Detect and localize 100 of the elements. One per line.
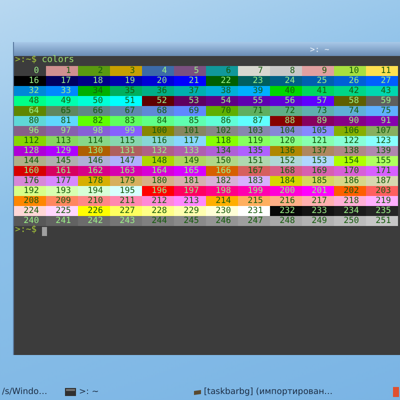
color-swatch: 118 bbox=[206, 136, 238, 146]
color-swatch: 219 bbox=[366, 196, 398, 206]
color-swatch: 201 bbox=[302, 186, 334, 196]
color-swatch: 74 bbox=[334, 106, 366, 116]
shell-prompt: >:~$ bbox=[15, 226, 37, 236]
color-swatch: 148 bbox=[142, 156, 174, 166]
color-swatch: 123 bbox=[366, 136, 398, 146]
color-swatch: 166 bbox=[206, 166, 238, 176]
color-swatch: 231 bbox=[238, 206, 270, 216]
color-swatch: 25 bbox=[302, 76, 334, 86]
color-swatch: 225 bbox=[46, 206, 78, 216]
color-swatch: 218 bbox=[334, 196, 366, 206]
color-swatch: 209 bbox=[46, 196, 78, 206]
color-swatch: 16 bbox=[14, 76, 46, 86]
color-swatch: 58 bbox=[334, 96, 366, 106]
color-swatch: 165 bbox=[174, 166, 206, 176]
color-swatch: 193 bbox=[46, 186, 78, 196]
taskbar-item[interactable]: >: ~ bbox=[79, 387, 99, 397]
color-swatch: 55 bbox=[238, 96, 270, 106]
color-swatch: 23 bbox=[238, 76, 270, 86]
color-swatch: 54 bbox=[206, 96, 238, 106]
color-swatch: 73 bbox=[302, 106, 334, 116]
color-swatch: 198 bbox=[206, 186, 238, 196]
color-swatch: 102 bbox=[206, 126, 238, 136]
color-swatch: 35 bbox=[110, 86, 142, 96]
color-swatch: 234 bbox=[334, 206, 366, 216]
color-swatch: 248 bbox=[270, 216, 302, 226]
color-swatch: 37 bbox=[174, 86, 206, 96]
color-swatch: 183 bbox=[238, 176, 270, 186]
color-swatch: 87 bbox=[238, 116, 270, 126]
shell-prompt: >:~$ bbox=[15, 56, 37, 66]
color-swatch: 69 bbox=[174, 106, 206, 116]
color-swatch: 195 bbox=[110, 186, 142, 196]
color-swatch: 135 bbox=[238, 146, 270, 156]
taskbar-item[interactable]: [taskbarbg] (импортирован… bbox=[204, 387, 333, 397]
color-swatch: 129 bbox=[46, 146, 78, 156]
color-swatch: 72 bbox=[270, 106, 302, 116]
color-swatch: 91 bbox=[366, 116, 398, 126]
color-swatch: 24 bbox=[270, 76, 302, 86]
color-swatch: 241 bbox=[46, 216, 78, 226]
color-swatch: 194 bbox=[78, 186, 110, 196]
color-swatch: 88 bbox=[270, 116, 302, 126]
color-swatch: 215 bbox=[238, 196, 270, 206]
color-swatch: 64 bbox=[14, 106, 46, 116]
color-swatch: 240 bbox=[14, 216, 46, 226]
color-swatch: 131 bbox=[110, 146, 142, 156]
color-swatch: 151 bbox=[238, 156, 270, 166]
color-swatch: 169 bbox=[302, 166, 334, 176]
color-swatch: 132 bbox=[142, 146, 174, 156]
color-swatch: 121 bbox=[302, 136, 334, 146]
taskbar-item[interactable]: /s/Windo… bbox=[0, 387, 65, 397]
image-icon[interactable] bbox=[194, 390, 201, 394]
color-swatch: 153 bbox=[302, 156, 334, 166]
color-swatch: 187 bbox=[366, 176, 398, 186]
color-swatch: 18 bbox=[78, 76, 110, 86]
color-swatch: 75 bbox=[366, 106, 398, 116]
color-swatch: 176 bbox=[14, 176, 46, 186]
color-swatch: 155 bbox=[366, 156, 398, 166]
color-swatch: 9 bbox=[302, 66, 334, 76]
color-swatch: 1 bbox=[46, 66, 78, 76]
color-swatch: 144 bbox=[14, 156, 46, 166]
color-swatch: 213 bbox=[174, 196, 206, 206]
color-swatch: 112 bbox=[14, 136, 46, 146]
color-swatch: 82 bbox=[78, 116, 110, 126]
color-swatch: 210 bbox=[78, 196, 110, 206]
color-swatch: 147 bbox=[110, 156, 142, 166]
color-swatch: 68 bbox=[142, 106, 174, 116]
color-swatch: 164 bbox=[142, 166, 174, 176]
color-swatch: 242 bbox=[78, 216, 110, 226]
color-swatch: 251 bbox=[366, 216, 398, 226]
color-swatch: 20 bbox=[142, 76, 174, 86]
color-swatch: 216 bbox=[270, 196, 302, 206]
color-swatch: 103 bbox=[238, 126, 270, 136]
color-swatch: 22 bbox=[206, 76, 238, 86]
color-swatch: 19 bbox=[110, 76, 142, 86]
color-swatch: 230 bbox=[206, 206, 238, 216]
color-swatch: 199 bbox=[238, 186, 270, 196]
color-swatch: 48 bbox=[14, 96, 46, 106]
color-swatch: 244 bbox=[142, 216, 174, 226]
color-swatch: 50 bbox=[78, 96, 110, 106]
color-swatch: 134 bbox=[206, 146, 238, 156]
color-swatch: 133 bbox=[174, 146, 206, 156]
color-swatch: 243 bbox=[110, 216, 142, 226]
color-swatch: 182 bbox=[206, 176, 238, 186]
color-swatch: 21 bbox=[174, 76, 206, 86]
color-swatch: 115 bbox=[110, 136, 142, 146]
color-swatch: 49 bbox=[46, 96, 78, 106]
terminal-icon[interactable] bbox=[65, 388, 76, 396]
color-swatch: 2 bbox=[78, 66, 110, 76]
color-swatch: 162 bbox=[78, 166, 110, 176]
color-swatch: 150 bbox=[206, 156, 238, 166]
color-swatch: 99 bbox=[110, 126, 142, 136]
color-swatch: 52 bbox=[142, 96, 174, 106]
color-swatch: 232 bbox=[270, 206, 302, 216]
color-swatch: 136 bbox=[270, 146, 302, 156]
color-swatch: 10 bbox=[334, 66, 366, 76]
color-swatch: 32 bbox=[14, 86, 46, 96]
color-swatch: 120 bbox=[270, 136, 302, 146]
color-swatch: 137 bbox=[302, 146, 334, 156]
color-swatch: 27 bbox=[366, 76, 398, 86]
